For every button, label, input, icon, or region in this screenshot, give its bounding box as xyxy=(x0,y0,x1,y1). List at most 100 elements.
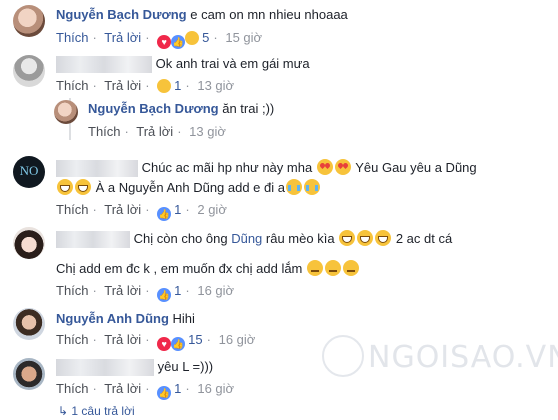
view-replies-label: 1 câu trả lời xyxy=(71,404,135,418)
avatar[interactable] xyxy=(13,55,45,87)
reactions[interactable]: 👍 1 xyxy=(157,283,182,302)
comment-body: Nguyễn Anh Dũng Hihi xyxy=(56,310,195,328)
comment-body: Chúc ac mãi hp như này mha Yêu Gau yêu a… xyxy=(56,159,477,178)
view-replies-link[interactable]: ↳ 1 câu trả lời xyxy=(58,404,135,418)
heart-eyes-emoji-icon xyxy=(334,159,351,175)
comment-time[interactable]: 16 giờ xyxy=(219,332,256,347)
comment-body: yêu L =))) xyxy=(56,358,214,377)
reply-link[interactable]: Trả lời xyxy=(136,124,173,139)
reaction-count: 5 xyxy=(202,30,210,45)
comment-text-cont: râu mèo kìa xyxy=(265,231,335,246)
avatar[interactable]: NO xyxy=(13,156,45,188)
reaction-count: 1 xyxy=(174,283,182,298)
comment-actions: Thích · Trả lời · ♥ 👍 5 · 15 giờ xyxy=(56,30,263,49)
watermark-logo-icon xyxy=(322,335,364,377)
like-link[interactable]: Thích xyxy=(88,124,121,139)
comment-text-cont: Yêu Gau yêu a Dũng xyxy=(355,160,477,175)
pensive-emoji-icon xyxy=(307,260,324,276)
grin-emoji-icon xyxy=(357,230,374,246)
reply-link[interactable]: Trả lời xyxy=(104,78,141,93)
reaction-count: 15 xyxy=(188,332,203,347)
comment-text: Hihi xyxy=(172,311,195,326)
like-reaction-icon: 👍 xyxy=(157,386,172,400)
comment-actions: Thích · Trả lời · 1 · 13 giờ xyxy=(56,78,235,93)
reactions[interactable]: 👍 1 xyxy=(157,381,182,400)
comment-text-end: 2 ac dt cá xyxy=(395,231,453,246)
haha-reaction-icon xyxy=(185,31,200,45)
reaction-count: 1 xyxy=(174,202,182,217)
crying-emoji-icon xyxy=(304,179,320,195)
comment-text: Ok anh trai và em gái mưa xyxy=(155,56,310,71)
avatar[interactable] xyxy=(13,227,45,259)
comment-actions: Thích · Trả lời · 👍 1 · 16 giờ xyxy=(56,381,235,400)
like-link[interactable]: Thích xyxy=(56,332,89,347)
grin-emoji-icon xyxy=(75,179,91,195)
reply-link[interactable]: Trả lời xyxy=(104,202,141,217)
reaction-count: 1 xyxy=(174,381,182,396)
comment-body: Ok anh trai và em gái mưa xyxy=(56,55,310,74)
comment-time[interactable]: 13 giờ xyxy=(189,124,226,139)
avatar[interactable] xyxy=(13,308,45,340)
comment-text: e cam on mn nhieu nhoaaa xyxy=(190,7,348,22)
reactions[interactable]: ♥ 👍 5 xyxy=(157,30,210,49)
comment-text: yêu L =))) xyxy=(157,359,214,374)
comment-text: Chúc ac mãi hp như này mha xyxy=(141,160,313,175)
grin-emoji-icon xyxy=(339,230,356,246)
comment-time[interactable]: 16 giờ xyxy=(197,381,234,396)
comment-author[interactable]: Nguyễn Bạch Dương xyxy=(56,7,187,22)
reply-link[interactable]: Trả lời xyxy=(104,381,141,396)
reply-arrow-icon: ↳ xyxy=(58,404,69,418)
like-reaction-icon: 👍 xyxy=(157,207,172,221)
comment-text-line2: À a Nguyễn Anh Dũng add e đi a xyxy=(95,180,285,195)
blurred-author-name xyxy=(56,231,130,249)
like-link[interactable]: Thích xyxy=(56,381,89,396)
reply-link[interactable]: Trả lời xyxy=(104,30,141,45)
reaction-count: 1 xyxy=(174,78,182,93)
like-link[interactable]: Thích xyxy=(56,30,89,45)
heart-reaction-icon: ♥ xyxy=(157,337,172,351)
pensive-emoji-icon xyxy=(325,260,342,276)
comment-text-line2: Chị add em đc k , em muốn đx chị add lắm xyxy=(56,261,303,276)
comment-actions: Thích · Trả lời · ♥ 👍 15 · 16 giờ xyxy=(56,332,256,351)
comment-time[interactable]: 2 giờ xyxy=(197,202,227,217)
comment-time[interactable]: 13 giờ xyxy=(197,78,234,93)
avatar[interactable] xyxy=(13,5,45,37)
comment-time[interactable]: 16 giờ xyxy=(197,283,234,298)
comment-actions: Thích · Trả lời · 👍 1 · 16 giờ xyxy=(56,283,235,302)
grin-emoji-icon xyxy=(57,179,73,195)
comment-time[interactable]: 15 giờ xyxy=(225,30,262,45)
avatar[interactable] xyxy=(54,100,78,124)
comment-author[interactable]: Nguyễn Anh Dũng xyxy=(56,311,169,326)
comment-actions: Thích · Trả lời · 👍 1 · 2 giờ xyxy=(56,202,227,221)
like-reaction-icon: 👍 xyxy=(171,35,186,49)
reactions[interactable]: 1 xyxy=(157,78,181,93)
reply-link[interactable]: Trả lời xyxy=(104,332,141,347)
blurred-author-name xyxy=(56,160,138,178)
watermark: NGOISAO.VN xyxy=(368,340,558,375)
pensive-emoji-icon xyxy=(343,260,360,276)
crying-emoji-icon xyxy=(286,179,302,195)
comment-actions: Thích · Trả lời · 13 giờ xyxy=(88,124,226,139)
avatar[interactable] xyxy=(13,358,45,390)
like-link[interactable]: Thích xyxy=(56,202,89,217)
haha-reaction-icon xyxy=(157,79,172,93)
comment-author[interactable]: Nguyễn Bạch Dương xyxy=(88,101,219,116)
comment-body: Chị còn cho ông Dũng râu mèo kìa 2 ac dt… xyxy=(56,230,453,249)
avatar-text: NO xyxy=(19,163,39,178)
reactions[interactable]: ♥ 👍 15 xyxy=(157,332,203,351)
like-link[interactable]: Thích xyxy=(56,283,89,298)
heart-reaction-icon: ♥ xyxy=(157,35,172,49)
blurred-author-name xyxy=(56,56,152,74)
comment-body-line2: À a Nguyễn Anh Dũng add e đi a xyxy=(56,179,321,197)
comment-body: Nguyễn Bạch Dương ăn trai ;)) xyxy=(88,100,274,118)
like-reaction-icon: 👍 xyxy=(157,288,172,302)
blurred-author-name xyxy=(56,359,154,377)
comment-body: Nguyễn Bạch Dương e cam on mn nhieu nhoa… xyxy=(56,6,348,24)
reactions[interactable]: 👍 1 xyxy=(157,202,182,221)
like-link[interactable]: Thích xyxy=(56,78,89,93)
reply-link[interactable]: Trả lời xyxy=(104,283,141,298)
grin-emoji-icon xyxy=(375,230,392,246)
mention-link[interactable]: Dũng xyxy=(231,231,262,246)
comment-text: ăn trai ;)) xyxy=(222,101,275,116)
comment-text: Chị còn cho ông xyxy=(133,231,228,246)
